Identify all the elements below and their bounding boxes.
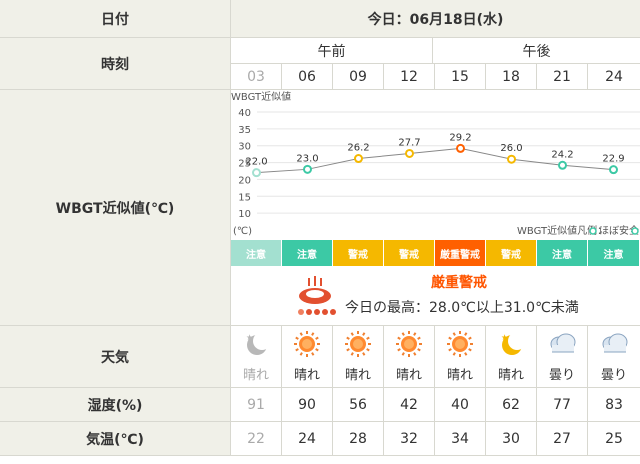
sun-icon [446, 330, 474, 362]
hour-cell: 06 [282, 64, 333, 90]
data-point [558, 160, 567, 170]
y-tick-label: 20 [238, 175, 251, 186]
weather-cell: 晴れ [282, 326, 333, 388]
level-badge: 警戒 [333, 240, 384, 266]
wbgt-label: WBGT近似値(℃) [0, 90, 231, 326]
y-tick-label: 40 [238, 108, 251, 119]
value-cell: 24 [282, 422, 333, 456]
am-label: 午前 [231, 38, 433, 64]
svg-text:★: ★ [501, 333, 508, 342]
heat-warning-icon [298, 276, 336, 315]
level-badge: 注意 [231, 240, 282, 266]
legend-dot [631, 227, 639, 235]
weather-text: 晴れ [395, 368, 422, 383]
data-label: 24.2 [551, 149, 573, 160]
humidity-label: 湿度(%) [0, 388, 231, 422]
wbgt-summary: 厳重警戒 今日の最高：28.0℃以上31.0℃未満 [231, 266, 640, 326]
data-label: 23.0 [296, 153, 318, 164]
pm-label: 午後 [433, 38, 640, 64]
data-label: 26.2 [347, 143, 369, 154]
level-badge: 注意 [282, 240, 333, 266]
level-badge: 注意 [537, 240, 588, 266]
data-point [405, 148, 414, 158]
level-badge: 厳重警戒 [435, 240, 486, 266]
value-cell: 40 [435, 388, 486, 422]
sun-icon [344, 330, 372, 362]
data-point [303, 164, 312, 174]
data-label: 22.0 [245, 157, 267, 168]
value-cell: 30 [486, 422, 537, 456]
level-badge: 警戒 [486, 240, 537, 266]
legend-dot [589, 227, 597, 235]
value-cell: 56 [333, 388, 384, 422]
weather-text: 曇り [548, 368, 575, 383]
data-point [252, 168, 261, 178]
time-label: 時刻 [0, 38, 231, 90]
weather-cell: 曇り [537, 326, 588, 388]
data-point [354, 154, 363, 164]
weather-cell: ★ 晴れ [486, 326, 537, 388]
value-cell: 42 [384, 388, 435, 422]
weather-text: 晴れ [242, 368, 269, 383]
y-axis-unit: (℃) [233, 226, 252, 237]
moon-icon: ★ [242, 330, 271, 362]
weather-cell: ★ 晴れ [231, 326, 282, 388]
value-cell: 22 [231, 422, 282, 456]
value-cell: 25 [588, 422, 640, 456]
data-label: 26.0 [500, 143, 522, 154]
value-cell: 77 [537, 388, 588, 422]
weather-cell: 晴れ [384, 326, 435, 388]
weather-text: 晴れ [344, 368, 371, 383]
summary-text: 今日の最高：28.0℃以上31.0℃未満 [345, 300, 579, 316]
weather-cell: 晴れ [333, 326, 384, 388]
y-axis-title: WBGT近似値 [231, 90, 291, 103]
svg-text:★: ★ [246, 333, 253, 342]
moon-icon: ★ [497, 330, 526, 362]
hour-cell: 24 [588, 64, 640, 90]
summary-level: 厳重警戒 [431, 275, 487, 291]
value-cell: 32 [384, 422, 435, 456]
data-point [609, 165, 618, 175]
date-value: 今日：06月18日(水) [231, 0, 640, 38]
data-label: 27.7 [398, 137, 420, 148]
data-point [456, 143, 465, 153]
y-tick-label: 15 [238, 192, 251, 203]
hour-cell: 09 [333, 64, 384, 90]
data-point [507, 154, 516, 164]
weather-text: 曇り [600, 368, 627, 383]
value-cell: 91 [231, 388, 282, 422]
y-tick-label: 35 [238, 125, 251, 136]
value-cell: 62 [486, 388, 537, 422]
cloud-icon [547, 330, 577, 362]
hour-cell: 15 [435, 64, 486, 90]
value-cell: 83 [588, 388, 640, 422]
data-label: 29.2 [449, 132, 471, 143]
temperature-label: 気温(℃) [0, 422, 231, 456]
value-cell: 28 [333, 422, 384, 456]
hour-cell: 03 [231, 64, 282, 90]
value-cell: 27 [537, 422, 588, 456]
level-badge: 注意 [588, 240, 640, 266]
level-badge: 警戒 [384, 240, 435, 266]
value-cell: 90 [282, 388, 333, 422]
weather-text: 晴れ [446, 368, 473, 383]
sun-icon [293, 330, 321, 362]
weather-label: 天気 [0, 326, 231, 388]
hour-cell: 21 [537, 64, 588, 90]
weather-text: 晴れ [497, 368, 524, 383]
y-tick-label: 10 [238, 209, 251, 220]
sun-icon [395, 330, 423, 362]
cloud-icon [599, 330, 629, 362]
data-label: 22.9 [602, 154, 624, 165]
wbgt-chart: 10152025303540WBGT近似値(℃) WBGT近似値凡例：ほぼ安全22… [231, 90, 640, 240]
hour-cell: 12 [384, 64, 435, 90]
hour-cell: 18 [486, 64, 537, 90]
y-tick-label: 30 [238, 142, 251, 153]
weather-cell: 晴れ [435, 326, 486, 388]
date-label: 日付 [0, 0, 231, 38]
value-cell: 34 [435, 422, 486, 456]
weather-text: 晴れ [293, 368, 320, 383]
weather-cell: 曇り [588, 326, 640, 388]
